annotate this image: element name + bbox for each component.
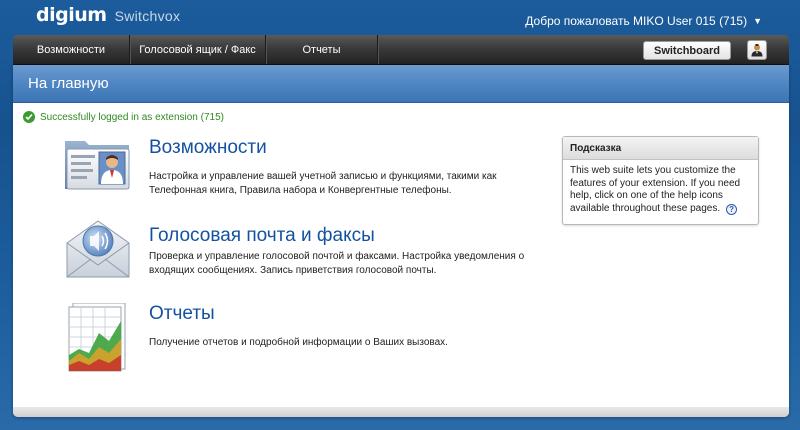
user-card-icon[interactable] bbox=[63, 137, 133, 207]
main-navbar: Возможности Голосовой ящик / Факс Отчеты… bbox=[13, 35, 789, 65]
feature-title[interactable]: Возможности bbox=[149, 137, 267, 159]
voicemail-envelope-icon[interactable] bbox=[63, 215, 133, 285]
hint-text: This web suite lets you customize the fe… bbox=[570, 165, 741, 214]
feature-title[interactable]: Отчеты bbox=[149, 303, 215, 325]
digium-logo: digium bbox=[36, 4, 107, 26]
hint-box: Подсказка This web suite lets you custom… bbox=[562, 136, 759, 225]
feature-description: Проверка и управление голосовой почтой и… bbox=[149, 251, 525, 276]
profile-button[interactable] bbox=[747, 40, 767, 60]
welcome-text[interactable]: Добро пожаловать MIKO User 015 (715) bbox=[525, 14, 747, 28]
hint-body: This web suite lets you customize the fe… bbox=[563, 160, 758, 220]
feature-description: Настройка и управление вашей учетной зап… bbox=[149, 171, 497, 196]
chevron-down-icon[interactable]: ▼ bbox=[753, 16, 762, 26]
check-icon bbox=[23, 111, 35, 123]
brand: digium Switchvox bbox=[36, 4, 180, 28]
page-title: На главную bbox=[28, 75, 109, 92]
panel-footer bbox=[13, 407, 789, 417]
feature-description: Получение отчетов и подробной информации… bbox=[149, 337, 448, 348]
nav-features[interactable]: Возможности bbox=[13, 35, 130, 64]
main-panel: На главную Successfully logged in as ext… bbox=[13, 65, 789, 417]
nav-voicemail-fax[interactable]: Голосовой ящик / Факс bbox=[130, 35, 266, 64]
status-text: Successfully logged in as extension (715… bbox=[40, 111, 224, 123]
status-message: Successfully logged in as extension (715… bbox=[23, 111, 224, 123]
hint-title: Подсказка bbox=[563, 137, 758, 160]
user-menu[interactable]: Добро пожаловать MIKO User 015 (715) ▼ bbox=[525, 14, 762, 28]
user-icon bbox=[751, 44, 763, 57]
breadcrumb: На главную bbox=[13, 65, 789, 103]
help-icon[interactable]: ? bbox=[726, 204, 738, 216]
feature-title[interactable]: Голосовая почта и факсы bbox=[149, 225, 375, 247]
switchboard-button[interactable]: Switchboard bbox=[643, 41, 731, 60]
reports-chart-icon[interactable] bbox=[63, 302, 133, 373]
nav-reports[interactable]: Отчеты bbox=[266, 35, 378, 64]
product-name: Switchvox bbox=[114, 8, 181, 24]
